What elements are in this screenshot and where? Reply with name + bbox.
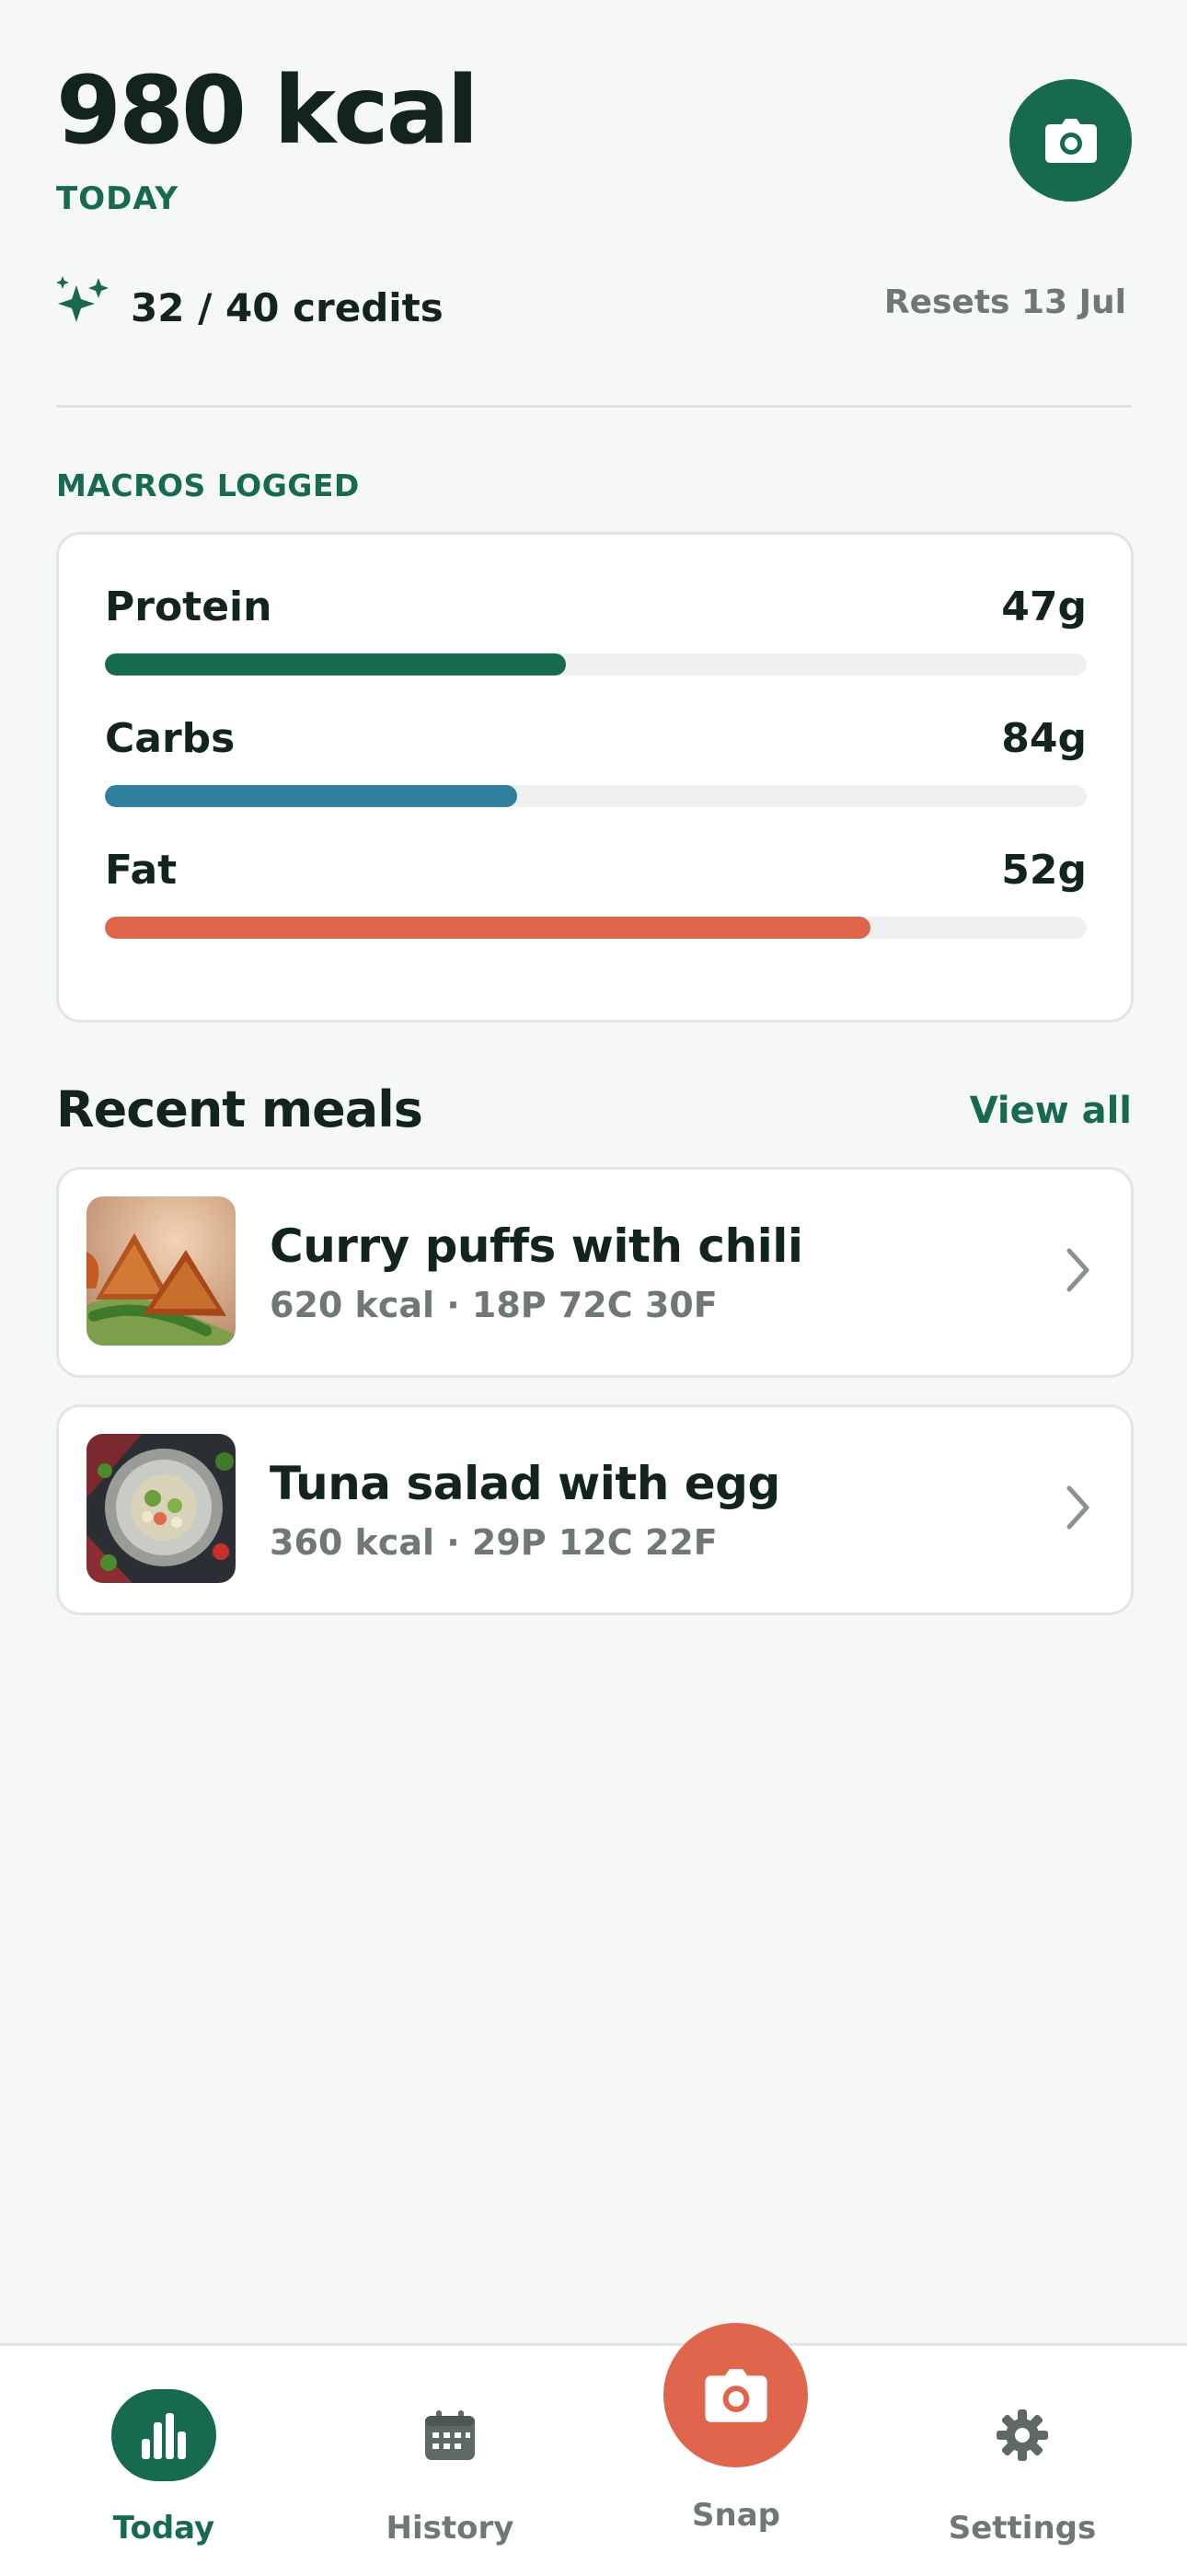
macros-section-label: MACROS LOGGED [56, 468, 360, 503]
tab-history[interactable]: History [358, 2346, 542, 2576]
chevron-right-icon [1066, 1248, 1089, 1292]
view-all-link[interactable]: View all [970, 1090, 1132, 1132]
meal-name: Curry puffs with chili [270, 1219, 803, 1273]
tab-today-indicator [111, 2389, 216, 2481]
credits-reset-date: Resets 13 Jul [883, 283, 1126, 321]
sparkle-icon [56, 276, 109, 322]
meal-card[interactable]: Curry puffs with chili 620 kcal · 18P 72… [56, 1167, 1134, 1378]
macro-value: 84g [1001, 715, 1087, 762]
gear-icon [997, 2409, 1048, 2461]
macro-name: Protein [105, 583, 272, 630]
meal-photo [86, 1196, 236, 1346]
tab-label: Settings [948, 2510, 1097, 2547]
tab-today[interactable]: Today [72, 2346, 256, 2576]
macro-row-carbs: Carbs 84g [105, 715, 1087, 807]
period-label: TODAY [56, 180, 179, 217]
macro-row-fat: Fat 52g [105, 847, 1087, 939]
tab-label: Today [112, 2510, 215, 2547]
macro-name: Carbs [105, 715, 236, 762]
macro-progress-fill [105, 653, 567, 676]
meal-photo [86, 1434, 236, 1583]
tab-snap-label[interactable]: Snap [644, 2497, 828, 2534]
calorie-total: 980 kcal [56, 56, 479, 166]
meal-name: Tuna salad with egg [270, 1457, 780, 1510]
recent-meals-title: Recent meals [56, 1080, 423, 1138]
macros-card: Protein 47g Carbs 84g Fat 52g [56, 532, 1134, 1022]
meal-card[interactable]: Tuna salad with egg 360 kcal · 29P 12C 2… [56, 1404, 1134, 1615]
macro-progress-fill [105, 917, 871, 939]
calendar-icon [425, 2410, 475, 2460]
tab-history-icon-wrap [398, 2389, 502, 2481]
credits-count: 32 / 40 credits [131, 285, 444, 330]
tab-settings-icon-wrap [970, 2389, 1075, 2481]
meal-nutrition-summary: 620 kcal · 18P 72C 30F [270, 1285, 718, 1325]
section-divider [56, 405, 1132, 408]
snap-button[interactable] [663, 2323, 808, 2467]
macro-progress-track [105, 917, 1087, 939]
today-screen: 980 kcal TODAY 32 / 40 credits Resets 13… [0, 0, 1187, 2576]
bottom-tab-bar: Today History Settings [0, 2343, 1187, 2576]
camera-button[interactable] [1009, 79, 1132, 202]
credits-row: 32 / 40 credits Resets 13 Jul [56, 276, 1132, 346]
macro-progress-fill [105, 785, 518, 807]
tab-label: History [386, 2510, 514, 2547]
macro-value: 47g [1001, 583, 1087, 630]
meal-nutrition-summary: 360 kcal · 29P 12C 22F [270, 1522, 718, 1563]
macro-row-protein: Protein 47g [105, 583, 1087, 676]
macro-progress-track [105, 785, 1087, 807]
camera-icon [1044, 118, 1097, 163]
tab-settings[interactable]: Settings [930, 2346, 1114, 2576]
macro-value: 52g [1001, 847, 1087, 894]
macro-progress-track [105, 653, 1087, 676]
camera-icon [704, 2368, 767, 2422]
macro-name: Fat [105, 847, 178, 894]
bar-chart-icon [142, 2413, 186, 2459]
chevron-right-icon [1066, 1485, 1089, 1530]
